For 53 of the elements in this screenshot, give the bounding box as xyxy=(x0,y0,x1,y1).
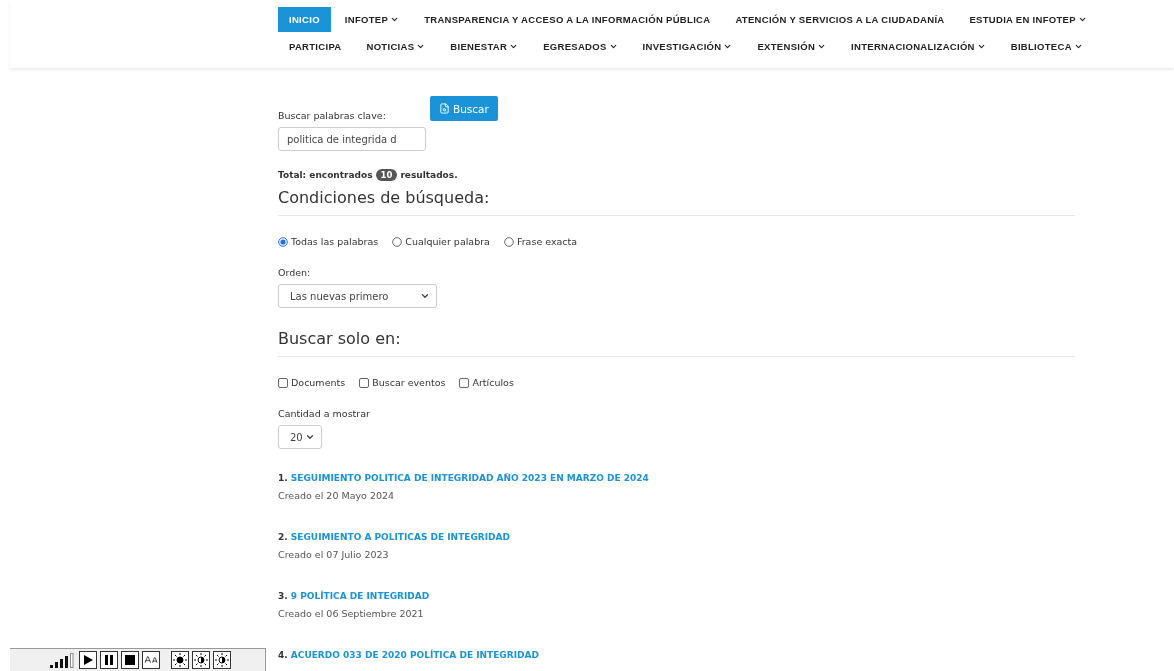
pause-icon[interactable] xyxy=(100,651,118,669)
checkbox-label: Artículos xyxy=(472,377,514,388)
result-title: 2. SEGUIMIENTO A POLITICAS DE INTEGRIDAD xyxy=(278,532,511,542)
total-text: Total: encontrados xyxy=(278,170,373,180)
result-date: Creado el 06 Septiembre 2021 xyxy=(278,608,425,619)
play-icon[interactable] xyxy=(79,651,97,669)
result-date: Creado el 20 Mayo 2024 xyxy=(278,490,396,501)
field-label: Orden: xyxy=(278,267,312,278)
count-badge: 10 xyxy=(375,169,398,181)
checkbox-label: Buscar eventos xyxy=(372,377,446,388)
brightness-icon[interactable] xyxy=(192,651,210,669)
nav-link[interactable]: PARTICIPA xyxy=(278,34,353,59)
chevron-down-icon xyxy=(305,432,315,442)
brightness-icon[interactable] xyxy=(213,651,231,669)
section-heading: Condiciones de búsqueda: xyxy=(278,181,1075,216)
nav-link[interactable]: INFOTEP xyxy=(333,7,411,32)
brightness-icon[interactable] xyxy=(171,651,189,669)
checkbox-label: Documents xyxy=(291,377,346,388)
nav-link[interactable]: EGRESADOS xyxy=(532,34,629,59)
signal-bars-icon xyxy=(50,652,76,668)
nav-link[interactable]: INVESTIGACIÓN xyxy=(631,34,744,59)
checkbox[interactable] xyxy=(278,377,288,388)
field-label: Buscar palabras clave: xyxy=(278,110,387,121)
radio-button[interactable] xyxy=(503,236,514,247)
result-title: 1. SEGUIMIENTO POLITICA DE INTEGRIDAD AÑO 2023 EN MARZO DE 2024 xyxy=(278,473,650,483)
order-select[interactable]: Las nuevas primero xyxy=(278,284,437,308)
chevron-down-icon xyxy=(420,291,430,301)
radio-label: Cualquier palabra xyxy=(405,236,490,247)
nav-link[interactable]: ESTUDIA EN INFOTEP xyxy=(958,7,1098,32)
nav-link[interactable]: INTERNACIONALIZACIÓN xyxy=(840,34,997,59)
radio-label: Todas las palabras xyxy=(291,236,379,247)
result-title: 4. ACUERDO 033 DE 2020 POLÍTICA DE INTEGRIDAD xyxy=(278,650,540,660)
nav-link[interactable]: EXTENSIÓN xyxy=(746,34,838,59)
search-icon xyxy=(439,103,450,114)
section-heading: Buscar solo en: xyxy=(278,322,1075,357)
total-text: resultados. xyxy=(400,170,458,180)
nav-link[interactable]: NOTICIAS xyxy=(355,34,437,59)
nav-link[interactable]: BIBLIOTECA xyxy=(999,34,1094,59)
stop-icon[interactable] xyxy=(121,651,139,669)
checkbox[interactable] xyxy=(459,377,470,388)
search-field[interactable]: politica de integrida d xyxy=(278,127,426,151)
nav-link[interactable]: BIENESTAR xyxy=(439,34,530,59)
radio-button[interactable] xyxy=(278,236,288,247)
radio-label: Frase exacta xyxy=(516,236,578,247)
result-title: 3. 9 POLÍTICA DE INTEGRIDAD xyxy=(278,591,431,601)
result-date: Creado el 07 Julio 2023 xyxy=(278,549,390,560)
count-select[interactable]: 20 xyxy=(278,425,322,449)
text-size-icon[interactable] xyxy=(142,651,160,669)
field-label: Cantidad a mostrar xyxy=(278,408,371,419)
nav-link[interactable]: TRANSPARENCIA Y ACCESO A LA INFORMACIÓN PÚBLICA xyxy=(413,7,722,32)
checkbox[interactable] xyxy=(359,377,370,388)
radio-button[interactable] xyxy=(392,236,403,247)
nav-link[interactable]: ATENCIÓN Y SERVICIOS A LA CIUDADANÍA xyxy=(724,7,956,32)
